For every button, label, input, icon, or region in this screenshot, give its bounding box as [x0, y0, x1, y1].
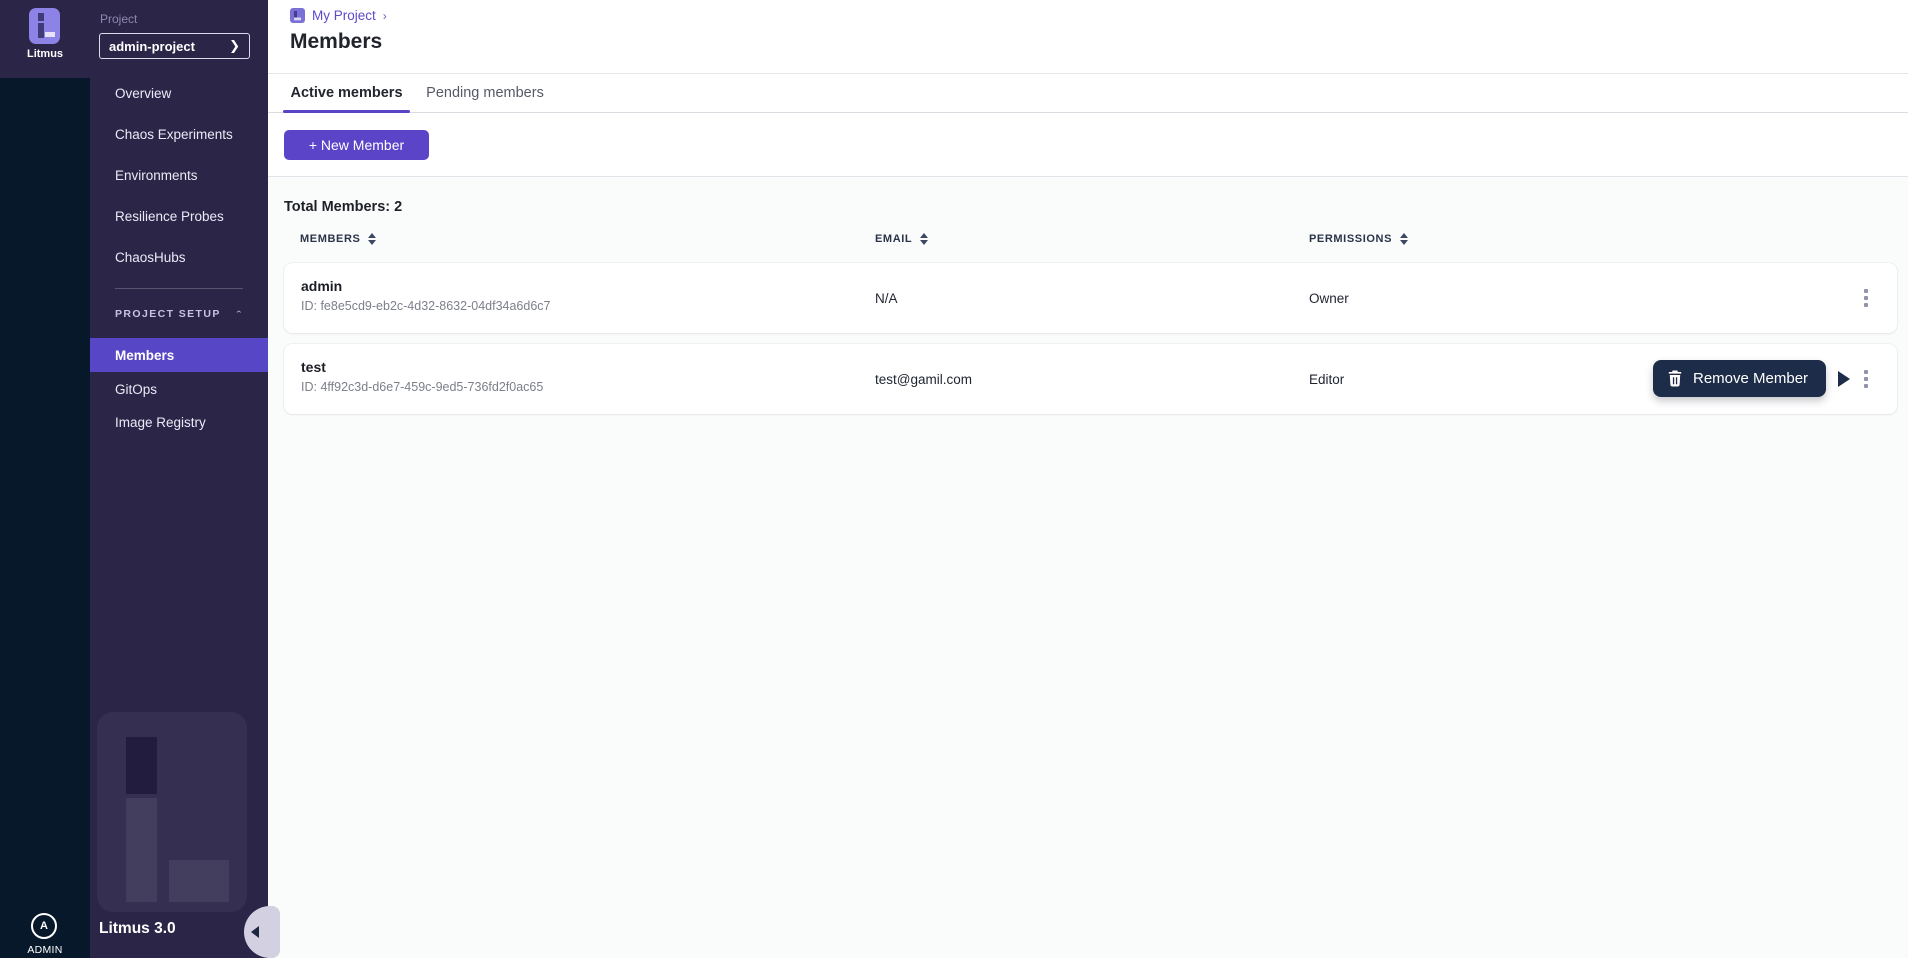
member-email: N/A	[875, 263, 898, 333]
popup-arrow	[1838, 371, 1850, 387]
main-content: My Project › Members Active members Pend…	[268, 0, 1908, 958]
sidebar-divider	[115, 288, 243, 289]
trash-icon	[1667, 370, 1683, 387]
breadcrumb-link[interactable]: My Project	[312, 8, 376, 23]
chevron-right-icon: ❯	[229, 38, 240, 54]
sidebar-item-overview[interactable]: Overview	[90, 76, 268, 110]
page-title: Members	[290, 30, 382, 54]
logo-glyph-foot	[45, 32, 55, 37]
column-header-permissions-label: PERMISSIONS	[1309, 233, 1392, 245]
tab-pending-members[interactable]: Pending members	[423, 74, 547, 112]
sort-icon[interactable]	[368, 233, 376, 245]
left-rail: Litmus A ADMIN	[0, 0, 90, 958]
column-header-permissions[interactable]: PERMISSIONS	[1309, 233, 1408, 245]
member-id: ID: 4ff92c3d-d6e7-459c-9ed5-736fd2f0ac65	[301, 380, 543, 394]
chevron-up-icon: ⌃	[235, 310, 243, 319]
members-table-section: Total Members: 2 MEMBERS EMAIL PERMISSIO…	[268, 177, 1908, 958]
new-member-button[interactable]: + New Member	[284, 130, 429, 160]
sidebar-item-resilience-probes[interactable]: Resilience Probes	[90, 199, 268, 233]
project-setup-section-toggle[interactable]: PROJECT SETUP ⌃	[115, 308, 243, 320]
litmus-logo-icon	[29, 8, 60, 44]
remove-member-label: Remove Member	[1693, 370, 1808, 387]
remove-member-menu-item[interactable]: Remove Member	[1653, 360, 1826, 397]
column-header-members[interactable]: MEMBERS	[300, 233, 376, 245]
sidebar-item-environments[interactable]: Environments	[90, 158, 268, 192]
user-avatar-label: ADMIN	[0, 944, 90, 956]
table-row-admin[interactable]: admin ID: fe8e5cd9-eb2c-4d32-8632-04df34…	[284, 263, 1897, 333]
column-header-email-label: EMAIL	[875, 233, 912, 245]
chevron-right-icon: ›	[383, 9, 387, 23]
sidebar: Project admin-project ❯ Overview Chaos E…	[90, 0, 268, 958]
litmus-logo-label: Litmus	[0, 48, 90, 60]
total-members-label: Total Members: 2	[284, 199, 402, 215]
watermark-glyph-stem	[126, 798, 157, 902]
litmus-logo-block[interactable]: Litmus	[0, 0, 90, 78]
watermark-glyph-foot	[169, 860, 229, 902]
sidebar-item-image-registry[interactable]: Image Registry	[90, 405, 268, 439]
row-menu-kebab-icon[interactable]	[1854, 344, 1878, 414]
version-label: Litmus 3.0	[99, 920, 176, 938]
column-header-email[interactable]: EMAIL	[875, 233, 928, 245]
project-select-value: admin-project	[109, 39, 195, 54]
member-permission: Editor	[1309, 344, 1344, 414]
user-avatar[interactable]: A	[31, 913, 57, 939]
page-header: My Project › Members	[268, 0, 1908, 74]
watermark-glyph-dot	[126, 737, 157, 794]
logo-glyph-stem	[38, 23, 44, 38]
row-menu-kebab-icon[interactable]	[1854, 263, 1878, 333]
breadcrumb[interactable]: My Project ›	[290, 8, 387, 23]
sidebar-item-chaoshubs[interactable]: ChaosHubs	[90, 240, 268, 274]
logo-glyph-dot	[38, 13, 44, 21]
member-name: admin	[301, 278, 342, 294]
tab-active-members[interactable]: Active members	[283, 74, 410, 112]
member-id: ID: fe8e5cd9-eb2c-4d32-8632-04df34a6d6c7	[301, 299, 551, 313]
project-label: Project	[100, 12, 137, 26]
tabs-row: Active members Pending members	[268, 74, 1908, 113]
collapse-arrow-icon	[251, 926, 259, 938]
member-name: test	[301, 359, 326, 375]
member-permission: Owner	[1309, 263, 1349, 333]
litmus-watermark	[97, 712, 247, 912]
sidebar-item-members[interactable]: Members	[90, 338, 268, 372]
column-header-members-label: MEMBERS	[300, 233, 360, 245]
sort-icon[interactable]	[1400, 233, 1408, 245]
project-setup-label: PROJECT SETUP	[115, 308, 221, 320]
sidebar-item-chaos-experiments[interactable]: Chaos Experiments	[90, 117, 268, 151]
toolbar: + New Member	[268, 113, 1908, 177]
litmus-mini-icon	[290, 8, 305, 23]
member-email: test@gamil.com	[875, 344, 972, 414]
sidebar-item-gitops[interactable]: GitOps	[90, 372, 268, 406]
project-select[interactable]: admin-project ❯	[99, 33, 250, 59]
sort-icon[interactable]	[920, 233, 928, 245]
